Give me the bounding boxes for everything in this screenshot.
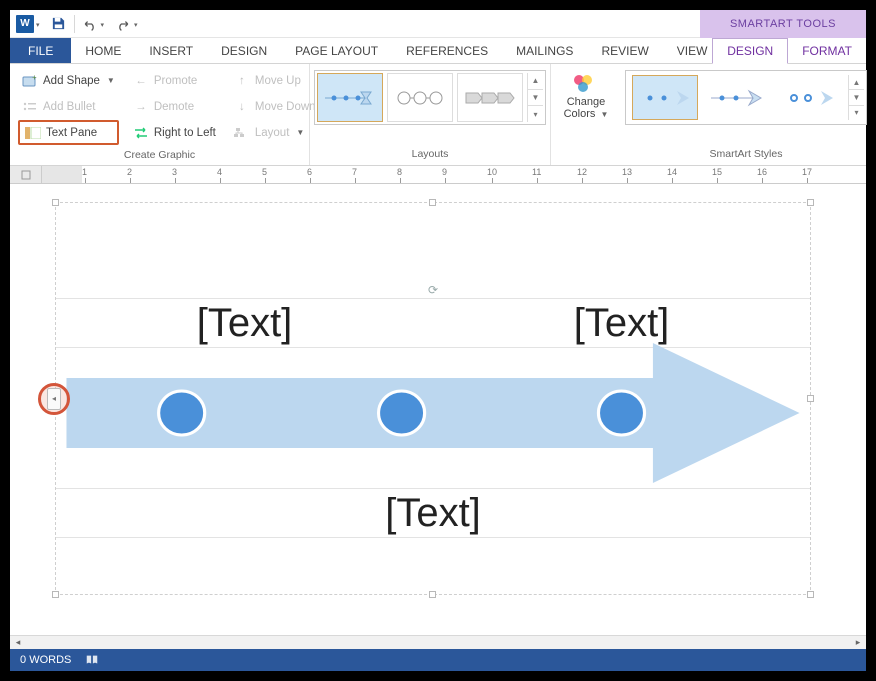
word-app-icon: W	[16, 15, 34, 33]
document-canvas[interactable]: ⟳ [Text] [Text] [Text] ◂	[10, 184, 866, 635]
layout-icon	[234, 125, 250, 141]
qat-more-icon[interactable]: ▾	[134, 21, 138, 29]
promote-icon: ←	[133, 73, 149, 89]
right-to-left-button[interactable]: Right to Left	[129, 120, 220, 145]
tab-references[interactable]: REFERENCES	[392, 38, 502, 63]
add-bullet-icon	[22, 99, 38, 115]
tab-home[interactable]: HOME	[71, 38, 135, 63]
ruler-corner	[10, 166, 42, 184]
chevron-down-icon: ▼	[600, 110, 608, 119]
chevron-left-icon: ◂	[47, 388, 61, 410]
spellcheck-icon[interactable]	[85, 653, 99, 667]
group-label-layouts: Layouts	[310, 148, 550, 165]
text-pane-button[interactable]: Text Pane	[18, 120, 119, 145]
layouts-gallery: ▲ ▼ ▾	[314, 70, 546, 125]
tab-design[interactable]: DESIGN	[207, 38, 281, 63]
move-down-button: ↓Move Down	[230, 94, 320, 119]
smartart-arrow-graphic[interactable]	[56, 333, 810, 493]
add-shape-button[interactable]: + Add Shape▼	[18, 68, 119, 93]
add-bullet-button: Add Bullet	[18, 94, 119, 119]
save-button[interactable]	[48, 13, 70, 35]
chevron-down-icon: ▼	[296, 128, 304, 137]
redo-button[interactable]	[112, 13, 134, 35]
promote-button: ←Promote	[129, 68, 220, 93]
layout-thumb-3[interactable]	[457, 73, 523, 122]
style-thumb-3[interactable]	[776, 75, 842, 120]
gallery-more[interactable]: ▾	[528, 106, 543, 122]
ribbon-tabs: FILE HOME INSERT DESIGN PAGE LAYOUT REFE…	[10, 38, 866, 64]
gallery-scroll-down[interactable]: ▼	[528, 90, 543, 107]
group-label-styles: SmartArt Styles	[621, 148, 871, 165]
change-colors-icon	[570, 72, 602, 94]
demote-button: →Demote	[129, 94, 220, 119]
scroll-left-icon[interactable]: ◂	[10, 636, 26, 649]
word-count[interactable]: 0 WORDS	[20, 654, 71, 666]
text-pane-toggle[interactable]: ◂	[38, 383, 70, 415]
tab-page-layout[interactable]: PAGE LAYOUT	[281, 38, 392, 63]
styles-more[interactable]: ▾	[849, 106, 864, 120]
layout-button: Layout▼	[230, 120, 320, 145]
resize-handle[interactable]	[429, 199, 436, 206]
group-label-create-graphic: Create Graphic	[10, 149, 309, 165]
layouts-scroll: ▲ ▼ ▾	[527, 73, 543, 122]
resize-handle[interactable]	[52, 199, 59, 206]
move-up-icon: ↑	[234, 73, 250, 89]
tab-insert[interactable]: INSERT	[135, 38, 207, 63]
qat-customize-icon[interactable]: ▾	[36, 21, 40, 29]
layout-thumb-1[interactable]	[317, 73, 383, 122]
smartart-text-3[interactable]: [Text]	[385, 491, 481, 536]
undo-button[interactable]	[79, 13, 101, 35]
style-thumb-1[interactable]	[632, 75, 698, 120]
rtl-icon	[133, 125, 149, 141]
demote-icon: →	[133, 99, 149, 115]
scroll-right-icon[interactable]: ▸	[850, 636, 866, 649]
quick-access-toolbar: W ▾ ▾ ▾ SMARTART TOOLS	[10, 10, 866, 38]
tab-mailings[interactable]: MAILINGS	[502, 38, 587, 63]
svg-text:+: +	[32, 74, 37, 82]
ruler: /* ticks drawn below via JS */ 123456789…	[10, 166, 866, 184]
style-thumb-2[interactable]	[704, 75, 770, 120]
horizontal-scrollbar[interactable]: ◂ ▸	[10, 635, 866, 649]
layout-thumb-2[interactable]	[387, 73, 453, 122]
tab-review[interactable]: REVIEW	[587, 38, 662, 63]
status-bar: 0 WORDS	[10, 649, 866, 671]
chevron-down-icon: ▼	[107, 76, 115, 85]
smartart-frame[interactable]: ⟳ [Text] [Text] [Text] ◂	[55, 202, 811, 595]
undo-dropdown-icon[interactable]: ▾	[101, 21, 105, 29]
change-colors-button[interactable]: ChangeColors ▼	[553, 68, 619, 121]
move-down-icon: ↓	[234, 99, 250, 115]
tab-smartart-format[interactable]: FORMAT	[788, 38, 866, 63]
move-up-button: ↑Move Up	[230, 68, 320, 93]
ribbon: + Add Shape▼ Add Bullet Text Pane ←Promo…	[10, 64, 866, 166]
change-colors-label-2: Colors	[564, 108, 596, 120]
styles-gallery: ▲ ▼ ▾	[625, 70, 867, 125]
styles-scroll-down[interactable]: ▼	[849, 90, 864, 105]
resize-handle[interactable]	[807, 591, 814, 598]
tab-smartart-design[interactable]: DESIGN	[712, 38, 788, 64]
contextual-tools-label: SMARTART TOOLS	[700, 10, 866, 38]
gallery-scroll-up[interactable]: ▲	[528, 73, 543, 90]
resize-handle[interactable]	[429, 591, 436, 598]
rotate-handle-icon[interactable]: ⟳	[426, 283, 440, 297]
add-shape-icon: +	[22, 73, 38, 89]
change-colors-label-1: Change	[567, 96, 606, 108]
text-pane-icon	[25, 125, 41, 141]
resize-handle[interactable]	[807, 199, 814, 206]
tab-file[interactable]: FILE	[10, 38, 71, 63]
styles-scroll-up[interactable]: ▲	[849, 75, 864, 90]
resize-handle[interactable]	[52, 591, 59, 598]
